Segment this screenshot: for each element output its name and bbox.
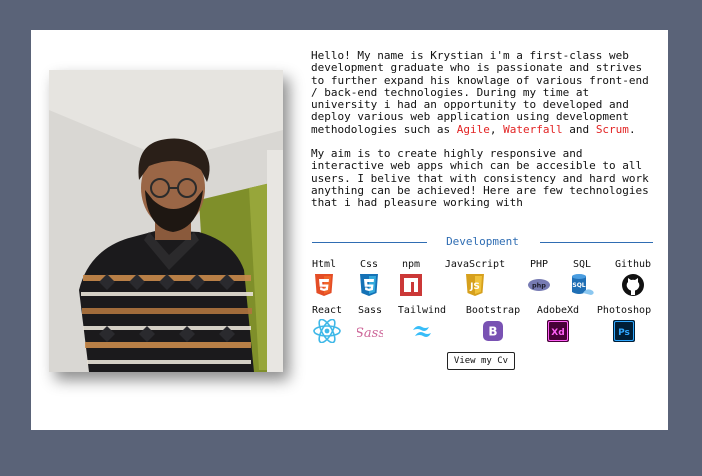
tech-item-sql: SQL SQL <box>567 259 597 297</box>
bootstrap-icon: B <box>483 321 503 341</box>
svg-text:JS: JS <box>469 282 480 292</box>
tech-label: PHP <box>529 259 549 270</box>
tech-item-css: Css <box>353 259 385 297</box>
tech-item-tailwind: Tailwind <box>395 305 449 343</box>
tech-item-html: Html <box>310 259 338 297</box>
tech-label: Photoshop <box>596 305 652 316</box>
tech-label: Tailwind <box>397 305 447 316</box>
tech-label: JavaScript <box>444 259 506 270</box>
tech-label: Css <box>359 259 379 270</box>
svg-text:php: php <box>532 282 546 290</box>
sass-icon: Sass <box>357 326 383 341</box>
tech-item-adobexd: AdobeXd Xd <box>533 305 583 343</box>
npm-icon <box>400 274 422 296</box>
svg-text:Ps: Ps <box>618 328 630 338</box>
tech-item-bootstrap: Bootstrap B <box>460 305 526 343</box>
tailwind-icon <box>413 326 431 337</box>
tech-item-sass: Sass Sass <box>355 305 385 343</box>
sql-icon: SQL <box>572 274 594 295</box>
svg-text:B: B <box>488 325 497 339</box>
svg-text:SQL: SQL <box>572 282 585 289</box>
tech-item-npm: npm <box>397 259 425 297</box>
tech-label: React <box>311 305 343 316</box>
tech-item-php: PHP php <box>525 259 553 297</box>
github-icon <box>622 274 644 296</box>
bio-paragraph-intro: Hello! My name is Krystian i'm a first-c… <box>311 49 661 136</box>
svg-text:Xd: Xd <box>551 328 564 338</box>
tech-label: Html <box>311 259 337 270</box>
tech-label: SQL <box>572 259 592 270</box>
divider-line-right <box>540 242 653 243</box>
bio-text: Hello! My name is Krystian i'm a first-c… <box>311 49 661 222</box>
photoshop-icon: Ps <box>613 320 635 342</box>
css3-icon <box>360 274 378 296</box>
tech-label: Github <box>614 259 652 270</box>
tech-item-react: React <box>310 305 344 343</box>
tech-label: AdobeXd <box>536 305 580 316</box>
section-divider: Development <box>312 235 653 249</box>
bio-sep: and <box>562 122 596 136</box>
javascript-icon: JS <box>466 274 484 296</box>
profile-card: Hello! My name is Krystian i'm a first-c… <box>31 30 668 430</box>
react-icon <box>313 319 341 343</box>
methodology-scrum: Scrum <box>595 122 629 136</box>
svg-text:Sass: Sass <box>357 326 383 341</box>
adobe-xd-icon: Xd <box>547 320 569 342</box>
tech-label: npm <box>401 259 421 270</box>
view-cv-button[interactable]: View my Cv <box>447 352 515 370</box>
php-icon: php <box>528 279 550 291</box>
bio-end: . <box>628 122 636 136</box>
tech-item-photoshop: Photoshop Ps <box>593 305 655 343</box>
methodology-agile: Agile <box>456 122 490 136</box>
bio-sep: , <box>489 122 504 136</box>
tech-item-github: Github <box>611 259 655 297</box>
tech-item-javascript: JavaScript JS <box>442 259 508 297</box>
tech-label: Bootstrap <box>465 305 521 316</box>
profile-photo <box>49 70 283 372</box>
methodology-waterfall: Waterfall <box>503 122 563 136</box>
html5-icon <box>315 274 333 296</box>
tech-label: Sass <box>357 305 383 316</box>
bio-paragraph-aim: My aim is to create highly responsive an… <box>311 147 649 210</box>
